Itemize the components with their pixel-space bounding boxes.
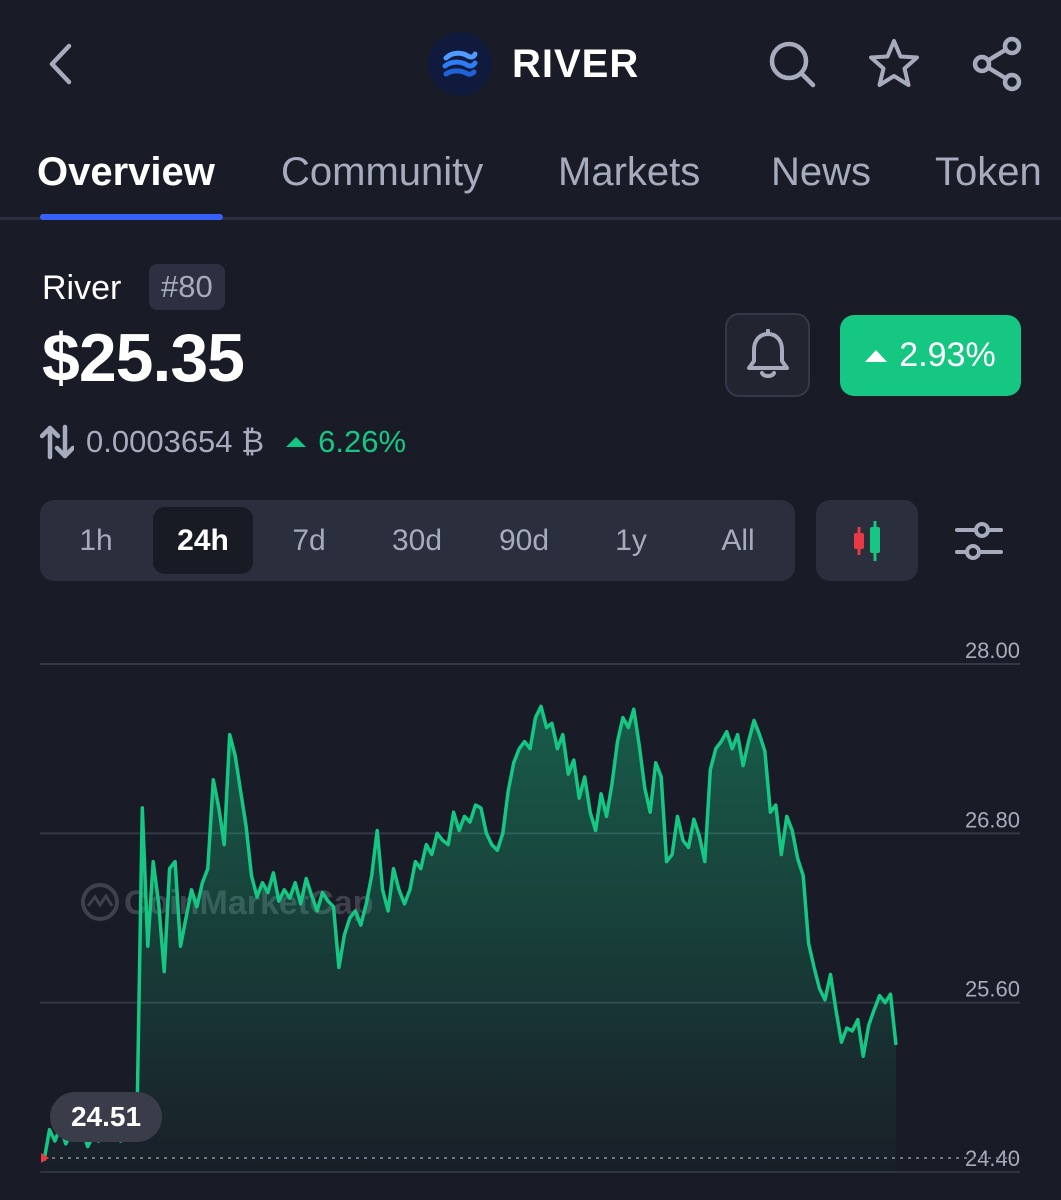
rank-badge: #80 [149,264,225,310]
price-change-24h-value: 2.93% [899,336,996,374]
candlestick-toggle-button[interactable] [816,500,918,581]
range-1y[interactable]: 1y [581,507,681,574]
tab-community[interactable]: Community [281,146,483,198]
share-button[interactable] [970,36,1026,92]
share-icon [972,36,1022,92]
y-tick-label: 25.60 [965,977,1020,1002]
range-all[interactable]: All [688,507,788,574]
range-7d[interactable]: 7d [259,507,359,574]
active-tab-indicator [40,214,223,220]
current-price: $25.35 [42,320,245,396]
range-30d[interactable]: 30d [367,507,467,574]
btc-price-value: 0.0003654 ₿ [86,424,265,459]
y-tick-label: 26.80 [965,807,1020,832]
range-24h[interactable]: 24h [153,507,253,574]
candlestick-icon [854,520,880,561]
search-button[interactable] [764,36,820,92]
coin-title: RIVER [512,42,640,86]
tab-bar: Overview Community Markets News Token [0,140,1061,220]
back-button[interactable] [38,40,82,88]
watchlist-button[interactable] [866,36,922,92]
caret-up-icon [865,349,888,362]
btc-change: 6.26% [286,424,406,460]
btc-change-value: 6.26% [318,424,407,459]
coin-name-label: River [42,269,122,307]
time-range-selector: 1h 24h 7d 30d 90d 1y All [40,500,795,581]
price-change-24h-badge[interactable]: 2.93% [840,315,1021,396]
y-tick-label: 28.00 [965,638,1020,663]
search-icon [769,41,816,88]
price-chart[interactable]: 28.0026.8025.6024.40 CoinMarketCap 24.51 [0,600,1061,1200]
tab-overview[interactable]: Overview [37,146,215,198]
range-90d[interactable]: 90d [474,507,574,574]
tab-token[interactable]: Token [935,146,1042,198]
chevron-left-icon [49,43,72,85]
bell-icon [746,329,789,378]
price-alert-button[interactable] [725,313,810,397]
star-icon [869,39,919,87]
range-1h[interactable]: 1h [46,507,146,574]
swap-arrows-icon [40,424,74,460]
sliders-icon [955,522,1003,560]
river-logo-icon [428,32,492,96]
btc-price-row: 0.0003654 ₿ 6.26% [40,420,406,464]
price-chart-svg: 28.0026.8025.6024.40 CoinMarketCap 24.51 [40,638,1020,1173]
open-price-label: 24.51 [71,1101,141,1132]
chart-settings-button[interactable] [948,512,1010,570]
coin-detail-page: RIVER Overview Community Markets News To… [0,0,1061,1200]
tab-markets[interactable]: Markets [558,146,700,198]
tab-news[interactable]: News [771,146,871,198]
caret-up-icon [286,437,307,447]
